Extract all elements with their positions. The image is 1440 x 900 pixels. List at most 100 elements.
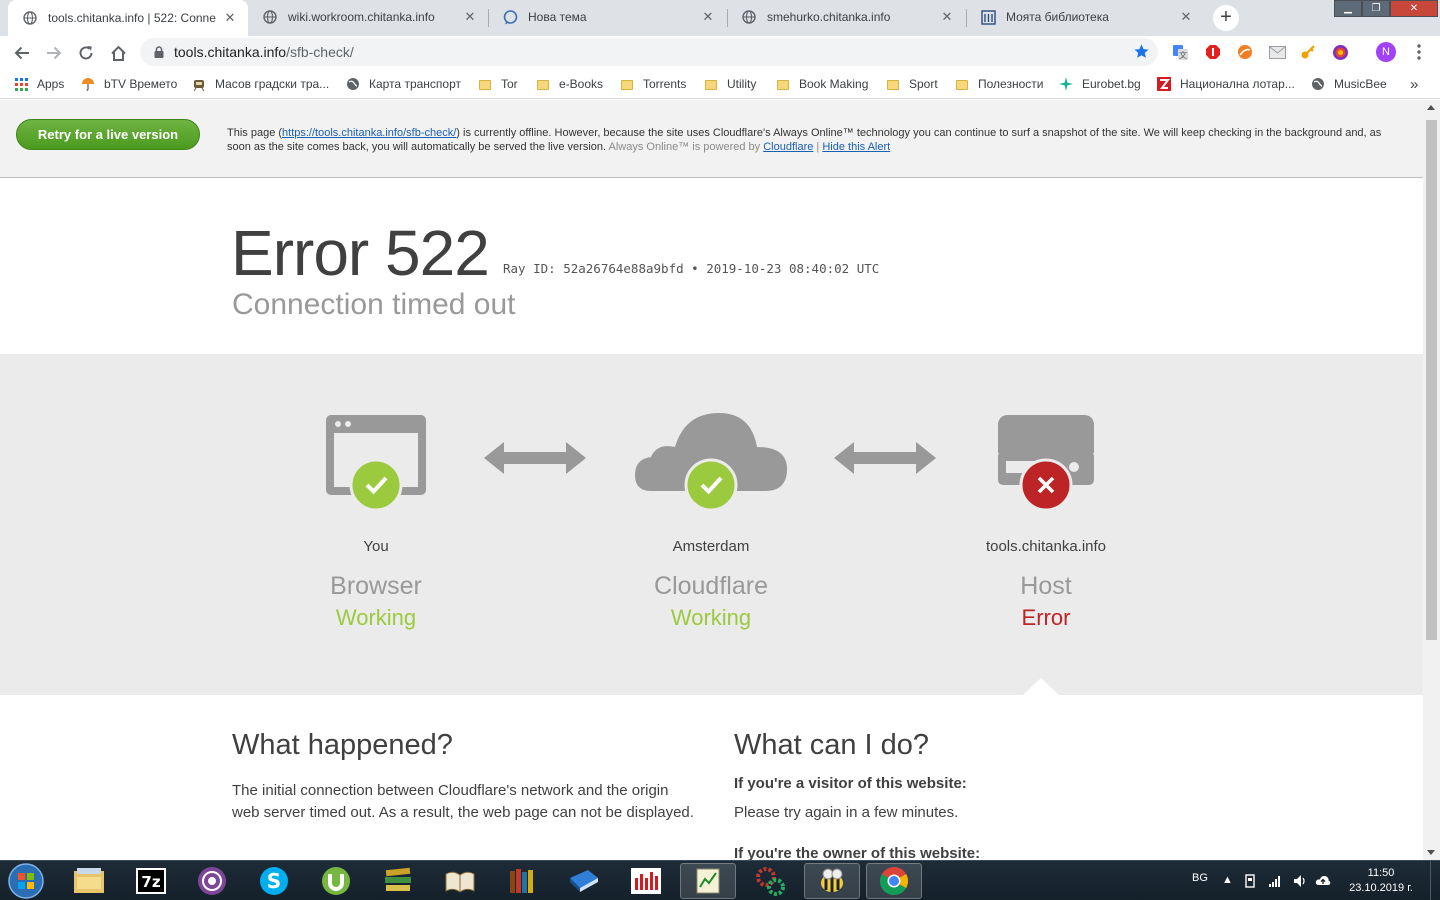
tab-title: Нова тема xyxy=(528,10,587,24)
node-host: tools.chitanka.info Host Error xyxy=(926,354,1166,695)
scroll-up-arrow-icon[interactable] xyxy=(1427,105,1435,110)
browser-status: Working xyxy=(335,605,417,630)
bookmark-star-icon[interactable] xyxy=(1133,43,1150,60)
cloud-icon xyxy=(635,413,787,509)
profile-avatar[interactable]: N xyxy=(1376,42,1396,62)
taskbar-utorrent[interactable] xyxy=(308,863,364,899)
address-bar[interactable]: tools.chitanka.info/sfb-check/ xyxy=(140,38,1158,66)
volume-speaker-icon[interactable] xyxy=(1293,874,1307,888)
bookmark-folder-sport[interactable]: Sport xyxy=(886,76,938,92)
bookmark-transport-map[interactable]: Карта транспорт xyxy=(346,76,461,92)
home-button[interactable] xyxy=(106,41,130,65)
scroll-down-arrow-icon[interactable] xyxy=(1427,850,1435,855)
scrollbar-thumb[interactable] xyxy=(1426,120,1437,640)
maximize-button[interactable]: ❐ xyxy=(1362,0,1390,17)
taskbar-notepad-chart[interactable] xyxy=(680,863,736,899)
bookmark-label: Национална лотар... xyxy=(1180,77,1295,91)
back-button[interactable] xyxy=(10,41,34,65)
close-icon[interactable]: ✕ xyxy=(939,9,955,25)
taskbar-gears-app[interactable] xyxy=(742,863,798,899)
reload-button[interactable] xyxy=(74,41,98,65)
tab-title: Моята библиотека xyxy=(1006,10,1109,24)
book-reader-icon xyxy=(445,871,475,893)
key-extension-icon[interactable] xyxy=(1299,43,1317,61)
tab-5[interactable]: Моята библиотека ✕ xyxy=(966,0,1204,34)
taskbar-chrome[interactable] xyxy=(866,863,922,899)
double-arrow-icon xyxy=(484,442,586,474)
close-icon[interactable]: ✕ xyxy=(700,9,716,25)
explanation-section: What happened? The initial connection be… xyxy=(0,695,1423,860)
cloudflare-location: Amsterdam xyxy=(672,538,750,555)
close-window-button[interactable]: ✕ xyxy=(1390,0,1438,17)
bookmark-folder-tor[interactable]: Tor xyxy=(478,76,518,92)
powered-by-text: Always Online™ is powered by xyxy=(606,141,764,153)
retry-live-version-button[interactable]: Retry for a live version xyxy=(16,119,200,150)
taskbar-library[interactable] xyxy=(494,863,550,899)
bookmark-label: e-Books xyxy=(559,77,604,91)
taskbar-skype[interactable]: S xyxy=(246,863,302,899)
folder-icon xyxy=(955,77,969,91)
notepad-chart-icon xyxy=(696,868,720,894)
tab-1[interactable]: tools.chitanka.info | 522: Connect ✕ xyxy=(8,0,248,36)
globe-icon xyxy=(346,77,360,91)
library-shelf-icon xyxy=(510,869,533,893)
forward-button[interactable] xyxy=(42,41,66,65)
tab-4[interactable]: smehurko.chitanka.info ✕ xyxy=(727,0,965,34)
tray-overflow-chevron-icon[interactable]: ▲ xyxy=(1222,874,1233,886)
taskbar-dictionary[interactable] xyxy=(618,863,674,899)
umbrella-icon xyxy=(81,77,95,91)
tor-browser-icon xyxy=(198,867,226,895)
mail-checker-icon[interactable] xyxy=(1268,43,1286,61)
taskbar-7zip[interactable]: 7z xyxy=(123,863,179,899)
browser-toolbar: tools.chitanka.info/sfb-check/ 文 N xyxy=(0,36,1440,70)
close-icon[interactable]: ✕ xyxy=(222,10,238,26)
input-language-indicator[interactable]: BG xyxy=(1192,872,1208,884)
show-desktop-button[interactable] xyxy=(1430,861,1440,900)
network-signal-icon[interactable] xyxy=(1268,874,1282,888)
bookmark-lottery[interactable]: Национална лотар... xyxy=(1157,76,1295,92)
kebab-menu-icon[interactable] xyxy=(1410,43,1428,61)
star-burst-icon xyxy=(1059,77,1073,91)
taskbar-tor-browser[interactable] xyxy=(184,863,240,899)
status-diagram: You Browser Working Amsterdam Cloudflare… xyxy=(0,354,1423,695)
extension-orange-icon[interactable] xyxy=(1236,43,1254,61)
double-arrow-icon xyxy=(834,442,936,474)
taskbar-blue-book[interactable] xyxy=(556,863,612,899)
usb-device-icon[interactable] xyxy=(1243,874,1257,888)
bookmark-apps[interactable]: Apps xyxy=(14,76,64,92)
taskbar-book-reader[interactable] xyxy=(432,863,488,899)
hide-alert-link[interactable]: Hide this Alert xyxy=(822,141,890,153)
bookmark-folder-utility[interactable]: Utility xyxy=(704,76,756,92)
cloudflare-link[interactable]: Cloudflare xyxy=(763,141,813,153)
folder-icon xyxy=(886,77,900,91)
bookmark-transport[interactable]: Масов градски тра... xyxy=(192,76,329,92)
offline-page-link[interactable]: https://tools.chitanka.info/sfb-check/ xyxy=(282,127,456,139)
close-icon[interactable]: ✕ xyxy=(462,9,478,25)
bookmark-folder-book-making[interactable]: Book Making xyxy=(776,76,868,92)
bookmark-eurobet[interactable]: Eurobet.bg xyxy=(1059,76,1141,92)
color-picker-icon[interactable] xyxy=(1331,43,1349,61)
taskbar-file-explorer[interactable] xyxy=(61,863,117,899)
page-scrollbar[interactable] xyxy=(1423,100,1440,860)
cloud-sync-icon[interactable] xyxy=(1315,874,1331,888)
system-clock[interactable]: 11:50 23.10.2019 г. xyxy=(1345,866,1417,896)
gears-app-icon xyxy=(756,867,785,896)
close-icon[interactable]: ✕ xyxy=(1178,9,1194,25)
start-button[interactable] xyxy=(5,863,47,899)
taskbar-bee-app[interactable] xyxy=(804,863,860,899)
bookmark-btv[interactable]: bTV Времето xyxy=(81,76,177,92)
new-tab-button[interactable]: + xyxy=(1213,5,1239,31)
taskbar-books[interactable] xyxy=(370,863,426,899)
bookmark-folder-ebooks[interactable]: e-Books xyxy=(536,76,603,92)
bookmark-folder-useful[interactable]: Полезности xyxy=(955,76,1043,92)
bookmark-folder-torrents[interactable]: Torrents xyxy=(620,76,686,92)
chat-bubble-icon xyxy=(502,9,518,25)
bookmarks-overflow-button[interactable]: » xyxy=(1410,76,1418,93)
tab-2[interactable]: wiki.workroom.chitanka.info ✕ xyxy=(248,0,488,34)
tab-3[interactable]: Нова тема ✕ xyxy=(488,0,726,34)
what-happened-heading: What happened? xyxy=(232,729,453,761)
minimize-button[interactable]: ▁ xyxy=(1334,0,1362,17)
google-translate-icon[interactable]: 文 xyxy=(1171,43,1189,61)
adblock-icon[interactable] xyxy=(1204,43,1222,61)
bookmark-musicbee[interactable]: MusicBee xyxy=(1311,76,1387,92)
